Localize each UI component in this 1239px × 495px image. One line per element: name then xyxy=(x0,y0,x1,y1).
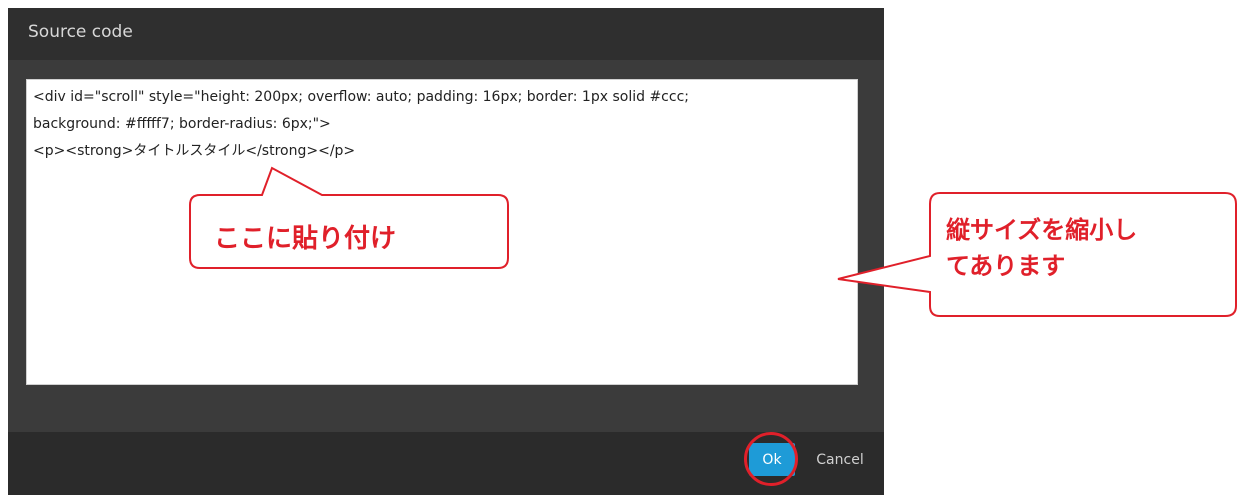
callout-resize-note-line: 縦サイズを縮小し xyxy=(946,215,1138,244)
callout-resize-note-text: 縦サイズを縮小し てあります xyxy=(946,212,1206,284)
callout-resize-note-line: てあります xyxy=(946,251,1066,280)
callout-paste-here-text: ここに貼り付け xyxy=(214,224,397,254)
